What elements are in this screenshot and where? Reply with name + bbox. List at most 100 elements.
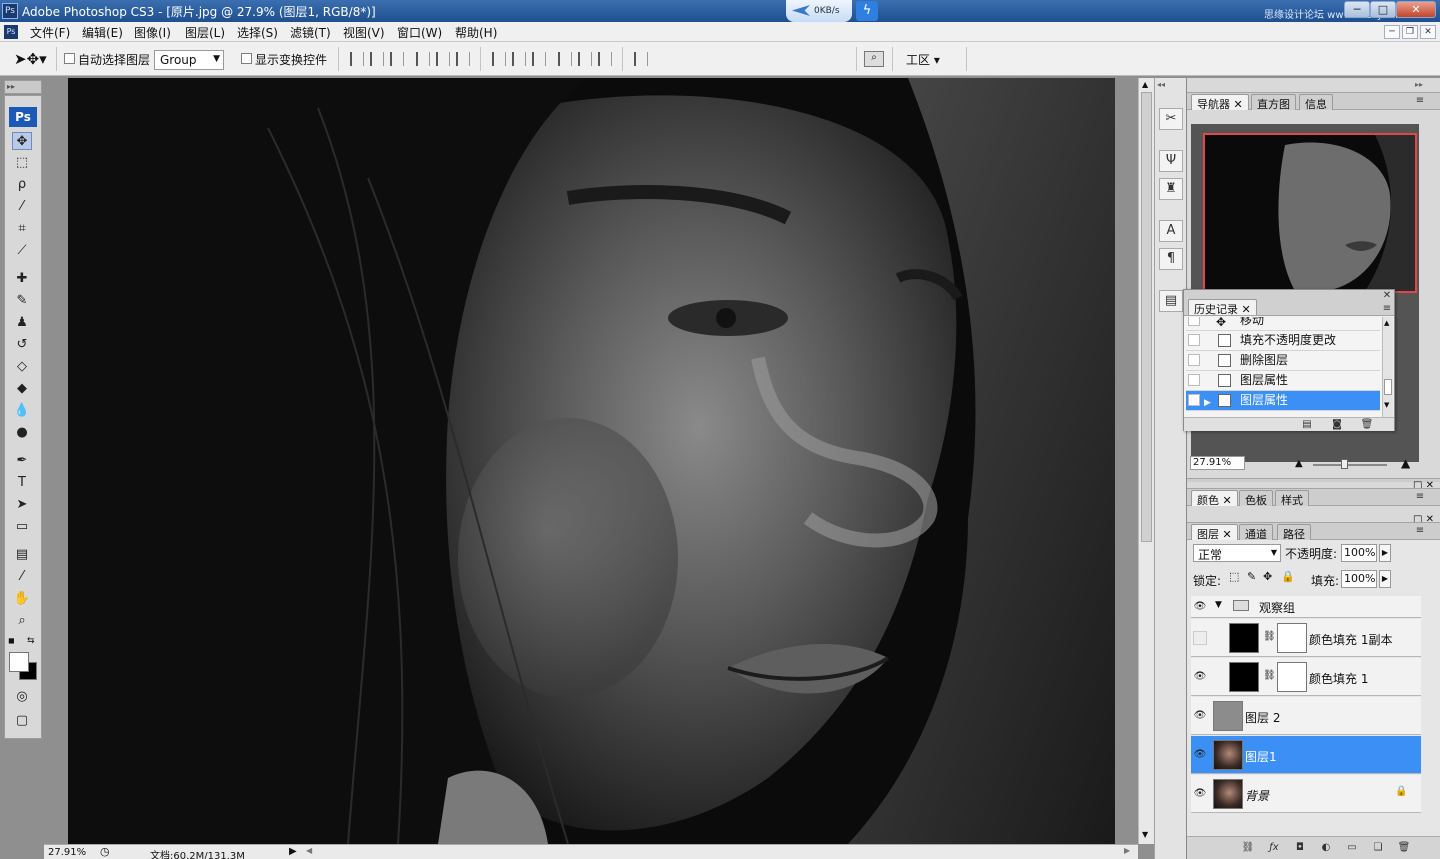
type-tool[interactable]: T (12, 474, 32, 492)
layer-row[interactable]: 👁 ⛓ 颜色填充 1 (1191, 658, 1421, 696)
dodge-tool[interactable]: ● (12, 424, 32, 442)
notes-tool[interactable]: ▤ (12, 546, 32, 564)
history-item[interactable]: 删除图层 (1186, 351, 1380, 371)
fill-arrow-icon[interactable]: ▶ (1379, 570, 1391, 588)
move-tool[interactable]: ✥ (12, 132, 32, 150)
scroll-thumb[interactable] (1141, 92, 1152, 542)
tool-presets-icon[interactable]: ✂ (1159, 108, 1183, 130)
eye-hidden-box[interactable] (1193, 631, 1207, 645)
chain-link-icon[interactable]: ⛓ (1263, 631, 1276, 642)
menu-file[interactable]: 文件(F) (30, 24, 70, 41)
lock-pixels-icon[interactable]: ✎ (1247, 570, 1256, 583)
layer-mask-thumbnail[interactable] (1277, 623, 1307, 653)
new-group-icon[interactable]: ▭ (1345, 842, 1359, 854)
scroll-thumb[interactable] (1384, 379, 1392, 395)
clone-source-icon[interactable]: ♜ (1159, 178, 1183, 200)
marquee-tool[interactable]: ⬚ (12, 154, 32, 172)
navigator-preview[interactable] (1203, 133, 1417, 293)
color-panel-menu-icon[interactable]: ≡ (1413, 491, 1427, 503)
vertical-scrollbar[interactable]: ▲ ▼ (1138, 78, 1154, 844)
doc-restore-button[interactable]: ❐ (1402, 25, 1418, 39)
lock-transparency-icon[interactable]: ⬚ (1229, 570, 1239, 583)
magic-wand-tool[interactable]: ⁄ (12, 198, 32, 216)
eraser-tool[interactable]: ◇ (12, 358, 32, 376)
align-top-icon[interactable] (350, 52, 364, 66)
hand-tool[interactable]: ✋ (12, 590, 32, 608)
toolbox-header[interactable]: ▸▸ (4, 80, 42, 94)
path-select-tool[interactable]: ➤ (12, 496, 32, 514)
distribute-top-icon[interactable] (492, 52, 506, 66)
auto-align-icon[interactable] (634, 52, 648, 66)
zoom-slider[interactable] (1313, 464, 1387, 466)
new-snapshot-icon[interactable]: ◙ (1330, 419, 1344, 431)
paragraph-icon[interactable]: ¶ (1159, 248, 1183, 270)
zoom-level[interactable]: 27.91% (48, 847, 86, 858)
doc-close-button[interactable]: ✕ (1420, 25, 1436, 39)
distribute-vcenter-icon[interactable] (512, 52, 526, 66)
fx-icon[interactable]: ƒx (1267, 842, 1281, 854)
scroll-up-icon[interactable]: ▲ (1142, 80, 1148, 89)
menu-layer[interactable]: 图层(L) (185, 24, 225, 41)
snapshot-checkbox[interactable] (1188, 374, 1200, 386)
link-layers-icon[interactable]: ⛓ (1241, 842, 1255, 854)
blur-tool[interactable]: 💧 (12, 402, 32, 420)
history-item-current[interactable]: ▶ 图层属性 (1186, 391, 1380, 411)
tab-swatches[interactable]: 色板 (1239, 490, 1273, 507)
align-hcenter-icon[interactable] (436, 52, 450, 66)
distribute-bottom-icon[interactable] (532, 52, 546, 66)
auto-select-checkbox[interactable] (64, 53, 75, 64)
layer-row[interactable]: ⛓ 颜色填充 1副本 (1191, 619, 1421, 657)
menu-view[interactable]: 视图(V) (343, 24, 385, 41)
scroll-down-icon[interactable]: ▼ (1142, 830, 1148, 839)
tab-channels[interactable]: 通道 (1239, 524, 1273, 541)
layer-row[interactable]: 👁 背景 🔒 (1191, 775, 1421, 813)
history-item[interactable]: ✥ 移动 (1186, 317, 1380, 331)
quick-mask-icon[interactable]: ◎ (12, 688, 32, 706)
zoom-out-icon[interactable]: ▲ (1295, 458, 1303, 469)
status-menu-arrow-icon[interactable]: ▶ (289, 846, 297, 857)
adjustment-layer-icon[interactable]: ◐ (1319, 842, 1333, 854)
eye-icon[interactable]: 👁 (1193, 670, 1207, 684)
scroll-up-icon[interactable]: ▲ (1384, 319, 1389, 327)
bridge-icon[interactable]: ⌕ (864, 51, 884, 67)
layer-group-row[interactable]: 👁 ▼ 观察组 (1191, 596, 1421, 618)
distribute-right-icon[interactable] (598, 52, 612, 66)
character-icon[interactable]: A (1159, 220, 1183, 242)
history-brush-tool[interactable]: ↺ (12, 336, 32, 354)
trash-icon[interactable]: 🗑 (1360, 419, 1374, 431)
menu-window[interactable]: 窗口(W) (397, 24, 442, 41)
maximize-button[interactable]: □ (1370, 1, 1396, 18)
trash-icon[interactable]: 🗑 (1397, 842, 1411, 854)
layer-mask-thumbnail[interactable] (1277, 662, 1307, 692)
close-button[interactable]: ✕ (1396, 1, 1436, 18)
scroll-down-icon[interactable]: ▼ (1384, 401, 1389, 409)
auto-select-dropdown[interactable]: Group ▼ (154, 50, 224, 70)
eyedropper-tool[interactable]: ⁄ (12, 568, 32, 586)
eye-icon[interactable]: 👁 (1193, 600, 1207, 614)
add-mask-icon[interactable]: ◘ (1293, 842, 1307, 854)
panel-menu-icon[interactable]: ≡ (1413, 95, 1427, 107)
history-scrollbar[interactable]: ▲ ▼ (1382, 317, 1393, 417)
default-colors-icon[interactable]: ◼ (8, 636, 15, 645)
tab-layers[interactable]: 图层 ✕ (1191, 524, 1238, 541)
collapse-dock-icon[interactable]: ◂◂ (1157, 80, 1165, 89)
fill-field[interactable]: 100% (1341, 570, 1377, 588)
snapshot-checkbox[interactable] (1188, 317, 1200, 326)
zoom-slider-thumb[interactable] (1341, 459, 1348, 469)
brushes-icon[interactable]: Ψ (1159, 150, 1183, 172)
slice-tool[interactable]: ⟋ (12, 242, 32, 260)
zoom-tool[interactable]: ⌕ (12, 612, 32, 630)
tab-histogram[interactable]: 直方图 (1251, 94, 1296, 111)
crop-tool[interactable]: ⌗ (12, 220, 32, 238)
tab-styles[interactable]: 样式 (1275, 490, 1309, 507)
distribute-left-icon[interactable] (558, 52, 572, 66)
history-item[interactable]: 图层属性 (1186, 371, 1380, 391)
layer-row[interactable]: 👁 图层 2 (1191, 697, 1421, 735)
tab-history[interactable]: 历史记录 ✕ (1188, 299, 1257, 316)
eye-icon[interactable]: 👁 (1193, 787, 1207, 801)
healing-tool[interactable]: ✚ (12, 270, 32, 288)
menu-select[interactable]: 选择(S) (237, 24, 278, 41)
menu-filter[interactable]: 滤镜(T) (290, 24, 331, 41)
tab-color[interactable]: 颜色 ✕ (1191, 490, 1238, 507)
workspace-menu[interactable]: 工区 ▾ (906, 51, 940, 68)
